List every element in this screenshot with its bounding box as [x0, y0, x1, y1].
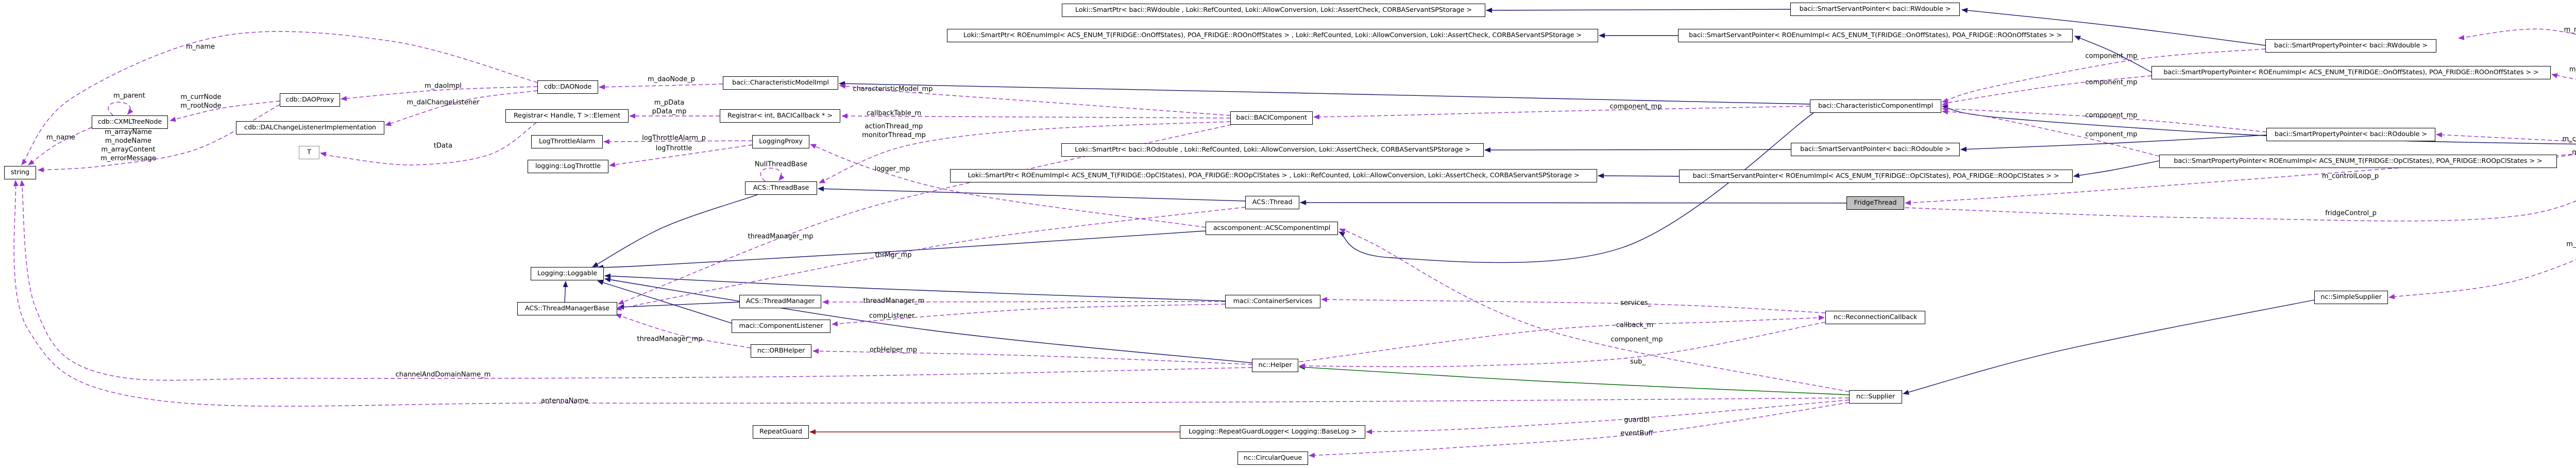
edge-acsthread-threadbase [818, 189, 1245, 201]
class-node-spp_rw[interactable]: baci::SmartPropertyPointer< baci::RWdoub… [2265, 39, 2436, 53]
edge-orbhelper-tmb [616, 314, 751, 348]
class-node-daonode[interactable]: cdb::DAONode [537, 80, 598, 94]
edge-cci-charmodel [839, 83, 1810, 104]
edge-daoproxy-string [38, 105, 280, 170]
class-node-spp_opcl[interactable]: baci::SmartPropertyPointer< ROEnumImpl< … [2159, 155, 2557, 168]
edge-ssp_rw-loki_rw [1486, 9, 1790, 10]
edge-spp_opcl-ssp_opcl [2074, 161, 2159, 176]
edge-acscomp-loggable [598, 231, 1206, 268]
class-node-ssp_opcl[interactable]: baci::SmartServantPointer< ROEnumImpl< A… [1679, 170, 2073, 183]
edge-fridgecontrol-cci [1942, 106, 2576, 145]
class-node-loki_rw[interactable]: Loki::SmartPtr< baci::RWdouble , Loki::R… [1062, 4, 1485, 17]
class-node-ssp_ro[interactable]: baci::SmartServantPointer< baci::ROdoubl… [1791, 143, 1960, 156]
edge-cci-acscomp [1339, 113, 1814, 262]
class-node-fridgethread[interactable]: FridgeThread [1846, 196, 1904, 210]
edge-containerservices-complistener [832, 304, 1225, 324]
edge-fridgecontrol-spp_onoff [2552, 74, 2576, 140]
edge-helper-orbhelper [813, 351, 1252, 364]
edge-daonode-daoproxy [341, 87, 537, 99]
class-node-cci[interactable]: baci::CharacteristicComponentImpl [1810, 99, 1941, 113]
class-node-circq[interactable]: nc::CircularQueue [1238, 452, 1308, 465]
class-node-spp_onoff[interactable]: baci::SmartPropertyPointer< ROEnumImpl< … [2151, 66, 2551, 79]
class-node-loggingproxy[interactable]: LoggingProxy [752, 135, 809, 148]
class-node-tm[interactable]: ACS::ThreadManager [739, 295, 821, 308]
edge-acscomp-loggingproxy [810, 144, 1206, 227]
class-node-loggable[interactable]: Logging::Loggable [531, 267, 604, 280]
class-node-ssp_rw[interactable]: baci::SmartServantPointer< baci::RWdoubl… [1790, 3, 1960, 16]
class-node-reconn[interactable]: nc::ReconnectionCallback [1825, 311, 1925, 324]
class-node-logthrottle[interactable]: logging::LogThrottle [528, 160, 608, 173]
edge-cxml-self [108, 102, 130, 115]
edge-containerservices-loggable [605, 276, 1225, 301]
class-node-supplier[interactable]: nc::Supplier [1849, 390, 1902, 404]
edge-cxml-string [28, 127, 92, 165]
edge-threadbase-loggable [592, 195, 757, 267]
edge-supplier-rgl [1366, 400, 1849, 432]
class-node-rgl[interactable]: Logging::RepeatGuardLogger< Logging::Bas… [1180, 425, 1365, 439]
edge-supplier-acscomp [1340, 229, 1849, 392]
edge-spp_ro-ssp_ro [1961, 135, 2266, 149]
edge-spp_opcl-cci [1942, 111, 2159, 156]
edge-bacicomponent-registrar_int [842, 116, 1230, 118]
edge-cci-bacicomponent [1314, 106, 1810, 117]
class-node-spp_ro[interactable]: baci::SmartPropertyPointer< baci::ROdoub… [2266, 128, 2435, 141]
class-node-threadbase[interactable]: ACS::ThreadBase [745, 181, 817, 195]
edge-reconn-helper [1299, 322, 1825, 366]
edge-spp_ro-cci [1942, 109, 2266, 132]
edge-charmodel-daonode [599, 84, 723, 87]
edge-spp_onoff-ssp_onoff [2075, 36, 2151, 72]
class-node-simplesupplier[interactable]: nc::SimpleSupplier [2314, 291, 2388, 304]
class-node-daoproxy[interactable]: cdb::DAOProxy [280, 93, 340, 107]
collaboration-diagram: stringcdb::CXMLTreeNodecdb::DAOProxycdb:… [0, 0, 2576, 468]
class-node-helper[interactable]: nc::Helper [1252, 359, 1298, 372]
edge-loggingproxy-logthrottlealarm [604, 141, 752, 142]
class-node-containerservices[interactable]: maci::ContainerServices [1225, 295, 1320, 308]
edge-supplier-circq [1309, 403, 1849, 456]
class-node-tmb[interactable]: ACS::ThreadManagerBase [517, 302, 617, 315]
class-node-cxml[interactable]: cdb::CXMLTreeNode [92, 115, 168, 129]
edge-acsthread-tmb [616, 207, 1245, 309]
edge-threadbase-self [760, 168, 781, 181]
class-node-acsthread[interactable]: ACS::Thread [1245, 196, 1299, 209]
class-node-t[interactable]: T [299, 146, 319, 159]
class-node-dalchange[interactable]: cdb::DALChangeListenerImplementation [236, 121, 384, 135]
edge-tmb-loggable [565, 281, 566, 302]
edge-supplier-helper [1299, 367, 1849, 395]
edge-daoproxy-cxml [170, 101, 280, 121]
edge-complistener-loggable [598, 281, 732, 323]
class-node-complistener[interactable]: maci::ComponentListener [732, 320, 831, 333]
edge-helper-reconn [1299, 317, 1824, 362]
edge-helper-loggable [605, 279, 1252, 363]
edge-supplier-string [14, 180, 1849, 406]
edge-helper-string [22, 180, 1252, 380]
class-node-loki_onoff[interactable]: Loki::SmartPtr< ROEnumImpl< ACS_ENUM_T(F… [947, 29, 1598, 42]
class-node-registrar_int[interactable]: Registrar< int, BACICallback * > [720, 109, 840, 123]
class-node-element[interactable]: Registrar< Handle, T >::Element [505, 109, 629, 123]
class-node-loki_ro[interactable]: Loki::SmartPtr< baci::ROdouble , Loki::R… [1061, 143, 1484, 157]
class-node-string[interactable]: string [4, 166, 36, 179]
class-node-loki_opcl[interactable]: Loki::SmartPtr< ROEnumImpl< ACS_ENUM_T(F… [950, 169, 1597, 182]
edge-simplesupplier-supplier [1903, 300, 2314, 394]
edge-reconn-containerservices [1321, 299, 1825, 313]
class-node-bacicomponent[interactable]: baci::BACIComponent [1230, 111, 1313, 125]
edge-ssp_ro-loki_ro [1485, 149, 1791, 150]
class-node-repeatguard[interactable]: RepeatGuard [753, 425, 809, 439]
edge-fridgecontrol-spp_rw [2459, 29, 2576, 140]
class-node-ssp_onoff[interactable]: baci::SmartServantPointer< ROEnumImpl< A… [1678, 29, 2073, 42]
edge-spp_onoff-cci [1942, 76, 2151, 105]
edge-fridgecontrol-simplesupplier [2389, 154, 2576, 297]
class-node-acscomp[interactable]: acscomponent::ACSComponentImpl [1206, 222, 1338, 235]
class-node-charmodel[interactable]: baci::CharacteristicModelImpl [723, 76, 838, 90]
edge-loggingproxy-logthrottle [609, 145, 752, 165]
class-node-orbhelper[interactable]: nc::ORBHelper [751, 344, 811, 358]
class-node-logthrottlealarm[interactable]: LogThrottleAlarm [531, 135, 603, 148]
